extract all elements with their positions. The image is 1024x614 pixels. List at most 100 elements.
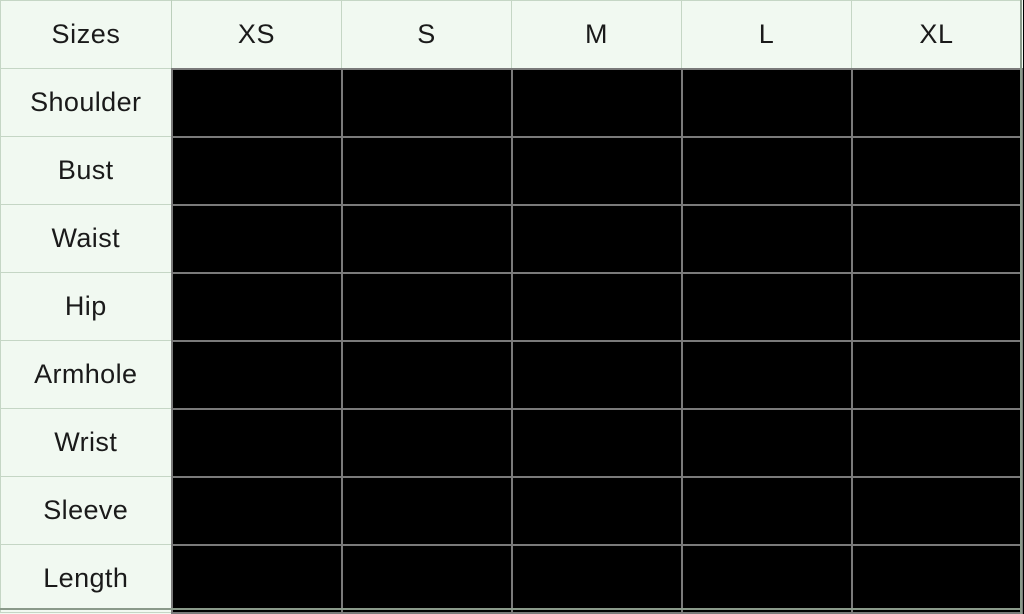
cell-value — [343, 70, 511, 136]
row-label-length: Length — [0, 544, 172, 613]
cell-value — [173, 206, 341, 272]
cell-value — [683, 70, 851, 136]
cell-value — [173, 274, 341, 340]
table-row: Shoulder — [0, 67, 1023, 138]
table-row: Waist — [0, 203, 1023, 274]
cell-value — [343, 546, 511, 612]
table-row: Wrist — [0, 407, 1023, 478]
cell-waist-m — [510, 203, 683, 274]
table-row: Length — [0, 543, 1023, 614]
cell-wrist-l — [680, 407, 853, 478]
table-row: Bust — [0, 135, 1023, 206]
size-chart-container: Sizes XS S M L XL Shoulder Bust Waist Hi… — [0, 0, 1024, 614]
cell-hip-xl — [850, 271, 1023, 342]
cell-value — [683, 342, 851, 408]
cell-value — [343, 342, 511, 408]
cell-sleeve-m — [510, 475, 683, 546]
cell-value — [343, 206, 511, 272]
cell-length-s — [340, 543, 513, 614]
cell-bust-m — [510, 135, 683, 206]
cell-value — [173, 546, 341, 612]
row-label-sleeve: Sleeve — [0, 476, 172, 545]
cell-value — [173, 478, 341, 544]
cell-length-l — [680, 543, 853, 614]
cell-hip-xs — [170, 271, 343, 342]
cell-value — [853, 342, 1021, 408]
cell-wrist-xl — [850, 407, 1023, 478]
row-label-waist: Waist — [0, 204, 172, 273]
cell-value — [853, 478, 1021, 544]
cell-value — [853, 546, 1021, 612]
cell-bust-l — [680, 135, 853, 206]
row-label-hip: Hip — [0, 272, 172, 341]
cell-hip-l — [680, 271, 853, 342]
cell-value — [853, 274, 1021, 340]
cell-bust-xl — [850, 135, 1023, 206]
table-row: Hip — [0, 271, 1023, 342]
cell-waist-s — [340, 203, 513, 274]
column-header-xs: XS — [171, 0, 342, 69]
cell-length-m — [510, 543, 683, 614]
cell-value — [683, 206, 851, 272]
size-chart-table: Sizes XS S M L XL Shoulder Bust Waist Hi… — [0, 0, 1023, 614]
cell-value — [683, 410, 851, 476]
cell-value — [343, 274, 511, 340]
cell-value — [683, 546, 851, 612]
table-bottom-border — [0, 608, 1022, 610]
table-right-border — [1020, 0, 1022, 614]
cell-value — [513, 410, 681, 476]
column-header-xl: XL — [851, 0, 1022, 69]
cell-value — [853, 138, 1021, 204]
cell-bust-xs — [170, 135, 343, 206]
cell-value — [513, 546, 681, 612]
cell-value — [683, 274, 851, 340]
cell-hip-m — [510, 271, 683, 342]
cell-sleeve-s — [340, 475, 513, 546]
cell-value — [343, 138, 511, 204]
cell-value — [343, 410, 511, 476]
cell-wrist-m — [510, 407, 683, 478]
cell-shoulder-xs — [170, 67, 343, 138]
row-label-shoulder: Shoulder — [0, 68, 172, 137]
cell-length-xs — [170, 543, 343, 614]
cell-wrist-xs — [170, 407, 343, 478]
cell-value — [683, 138, 851, 204]
cell-sleeve-l — [680, 475, 853, 546]
table-row: Armhole — [0, 339, 1023, 410]
cell-value — [513, 274, 681, 340]
cell-armhole-xl — [850, 339, 1023, 410]
cell-value — [173, 138, 341, 204]
cell-armhole-s — [340, 339, 513, 410]
cell-bust-s — [340, 135, 513, 206]
cell-value — [173, 410, 341, 476]
row-label-wrist: Wrist — [0, 408, 172, 477]
cell-wrist-s — [340, 407, 513, 478]
cell-length-xl — [850, 543, 1023, 614]
cell-sleeve-xl — [850, 475, 1023, 546]
table-body: Shoulder Bust Waist Hip Armhole Wrist Sl… — [0, 67, 1023, 614]
cell-shoulder-s — [340, 67, 513, 138]
cell-waist-xl — [850, 203, 1023, 274]
cell-shoulder-l — [680, 67, 853, 138]
cell-armhole-m — [510, 339, 683, 410]
cell-waist-xs — [170, 203, 343, 274]
column-header-m: M — [511, 0, 682, 69]
row-label-armhole: Armhole — [0, 340, 172, 409]
cell-hip-s — [340, 271, 513, 342]
cell-value — [173, 342, 341, 408]
column-header-l: L — [681, 0, 852, 69]
cell-value — [683, 478, 851, 544]
cell-value — [853, 206, 1021, 272]
cell-value — [513, 206, 681, 272]
cell-shoulder-m — [510, 67, 683, 138]
table-header: Sizes XS S M L XL — [0, 0, 1022, 69]
cell-value — [343, 478, 511, 544]
cell-value — [513, 342, 681, 408]
corner-header-sizes: Sizes — [0, 0, 172, 69]
table-row: Sleeve — [0, 475, 1023, 546]
cell-value — [173, 70, 341, 136]
cell-value — [513, 138, 681, 204]
cell-value — [513, 70, 681, 136]
cell-value — [853, 70, 1021, 136]
cell-waist-l — [680, 203, 853, 274]
